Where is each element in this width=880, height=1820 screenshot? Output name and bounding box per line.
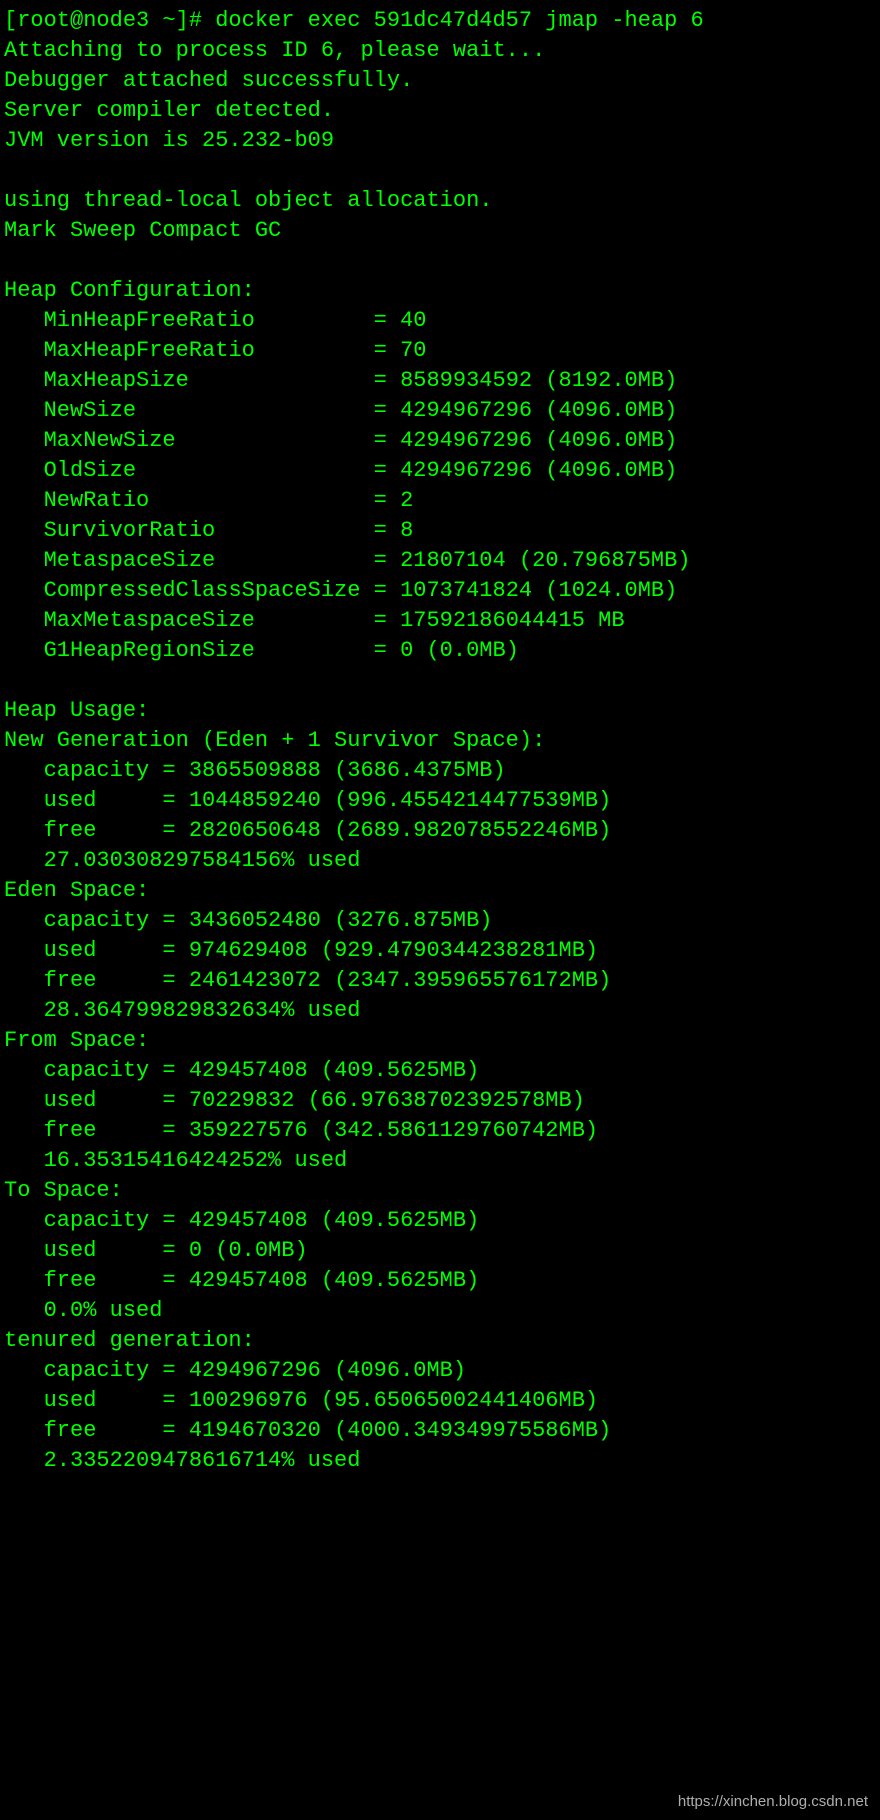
free-label: free: [44, 818, 97, 843]
capacity-label: capacity: [44, 1208, 150, 1233]
cfg-new-ratio-value: 2: [400, 488, 413, 513]
compiler-line: Server compiler detected.: [4, 98, 334, 123]
eden-pct: 28.364799829832634% used: [44, 998, 361, 1023]
from-used: 70229832 (66.97638702392578MB): [189, 1088, 585, 1113]
cfg-metaspace-size-value: 21807104 (20.796875MB): [400, 548, 690, 573]
capacity-label: capacity: [44, 1358, 150, 1383]
heap-config-header: Heap Configuration:: [4, 278, 255, 303]
cfg-old-size-label: OldSize: [44, 458, 136, 483]
cfg-max-metaspace-size-label: MaxMetaspaceSize: [44, 608, 255, 633]
cfg-max-new-size-value: 4294967296 (4096.0MB): [400, 428, 677, 453]
newgen-pct: 27.030308297584156% used: [44, 848, 361, 873]
alloc-line: using thread-local object allocation.: [4, 188, 492, 213]
capacity-label: capacity: [44, 758, 150, 783]
cfg-g1-heap-region-size-value: 0 (0.0MB): [400, 638, 519, 663]
shell-prompt-line: [root@node3 ~]# docker exec 591dc47d4d57…: [4, 8, 704, 33]
used-label: used: [44, 1238, 97, 1263]
eden-title: Eden Space:: [4, 878, 149, 903]
used-label: used: [44, 1388, 97, 1413]
attach-line: Attaching to process ID 6, please wait..…: [4, 38, 545, 63]
from-title: From Space:: [4, 1028, 149, 1053]
newgen-title: New Generation (Eden + 1 Survivor Space)…: [4, 728, 545, 753]
free-label: free: [44, 1268, 97, 1293]
terminal-output[interactable]: [root@node3 ~]# docker exec 591dc47d4d57…: [0, 0, 880, 1482]
jvm-version-line: JVM version is 25.232-b09: [4, 128, 334, 153]
from-capacity: 429457408 (409.5625MB): [189, 1058, 479, 1083]
newgen-free: 2820650648 (2689.982078552246MB): [189, 818, 611, 843]
cfg-max-heap-free-ratio-label: MaxHeapFreeRatio: [44, 338, 255, 363]
cfg-max-new-size-label: MaxNewSize: [44, 428, 176, 453]
cfg-compressed-class-space-size-label: CompressedClassSpaceSize: [44, 578, 361, 603]
to-free: 429457408 (409.5625MB): [189, 1268, 479, 1293]
used-label: used: [44, 788, 97, 813]
eden-free: 2461423072 (2347.395965576172MB): [189, 968, 611, 993]
cfg-new-ratio-label: NewRatio: [44, 488, 150, 513]
cfg-survivor-ratio-value: 8: [400, 518, 413, 543]
cfg-new-size-value: 4294967296 (4096.0MB): [400, 398, 677, 423]
eden-used: 974629408 (929.4790344238281MB): [189, 938, 598, 963]
to-pct: 0.0% used: [44, 1298, 163, 1323]
cfg-max-heap-size-value: 8589934592 (8192.0MB): [400, 368, 677, 393]
free-label: free: [44, 1118, 97, 1143]
cfg-new-size-label: NewSize: [44, 398, 136, 423]
cfg-compressed-class-space-size-value: 1073741824 (1024.0MB): [400, 578, 677, 603]
cfg-max-metaspace-size-value: 17592186044415 MB: [400, 608, 624, 633]
debugger-line: Debugger attached successfully.: [4, 68, 413, 93]
from-free: 359227576 (342.5861129760742MB): [189, 1118, 598, 1143]
newgen-capacity: 3865509888 (3686.4375MB): [189, 758, 506, 783]
capacity-label: capacity: [44, 1058, 150, 1083]
cfg-max-heap-free-ratio-value: 70: [400, 338, 426, 363]
capacity-label: capacity: [44, 908, 150, 933]
cfg-g1-heap-region-size-label: G1HeapRegionSize: [44, 638, 255, 663]
used-label: used: [44, 938, 97, 963]
cfg-min-heap-free-ratio-label: MinHeapFreeRatio: [44, 308, 255, 333]
tenured-free: 4194670320 (4000.349349975586MB): [189, 1418, 611, 1443]
tenured-title: tenured generation:: [4, 1328, 255, 1353]
cfg-min-heap-free-ratio-value: 40: [400, 308, 426, 333]
gc-line: Mark Sweep Compact GC: [4, 218, 281, 243]
to-title: To Space:: [4, 1178, 123, 1203]
to-capacity: 429457408 (409.5625MB): [189, 1208, 479, 1233]
eden-capacity: 3436052480 (3276.875MB): [189, 908, 493, 933]
tenured-pct: 2.3352209478616714% used: [44, 1448, 361, 1473]
free-label: free: [44, 968, 97, 993]
free-label: free: [44, 1418, 97, 1443]
cfg-survivor-ratio-label: SurvivorRatio: [44, 518, 216, 543]
to-used: 0 (0.0MB): [189, 1238, 308, 1263]
watermark-text: https://xinchen.blog.csdn.net: [678, 1793, 868, 1810]
from-pct: 16.35315416424252% used: [44, 1148, 348, 1173]
cfg-metaspace-size-label: MetaspaceSize: [44, 548, 216, 573]
tenured-used: 100296976 (95.65065002441406MB): [189, 1388, 598, 1413]
tenured-capacity: 4294967296 (4096.0MB): [189, 1358, 466, 1383]
heap-usage-header: Heap Usage:: [4, 698, 149, 723]
used-label: used: [44, 1088, 97, 1113]
cfg-max-heap-size-label: MaxHeapSize: [44, 368, 189, 393]
cfg-old-size-value: 4294967296 (4096.0MB): [400, 458, 677, 483]
newgen-used: 1044859240 (996.4554214477539MB): [189, 788, 611, 813]
